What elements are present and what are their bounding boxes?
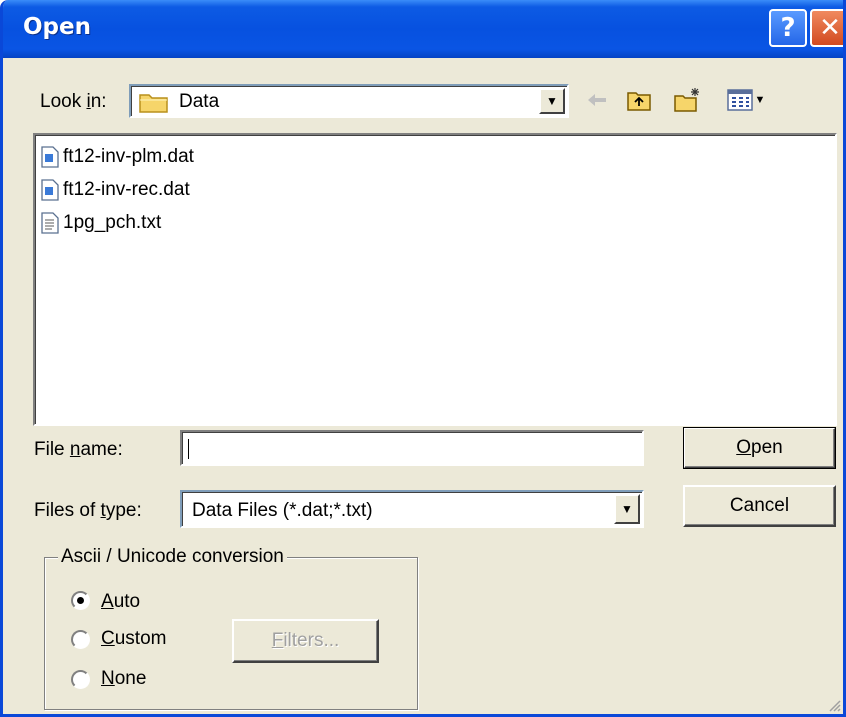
text-caret — [188, 439, 189, 459]
filename-label: File name: — [34, 439, 123, 460]
file-name: ft12-inv-rec.dat — [63, 179, 190, 200]
list-item[interactable]: ft12-inv-plm.dat — [41, 142, 194, 172]
close-icon: ✕ — [819, 13, 841, 43]
open-button[interactable]: Open — [683, 427, 836, 469]
help-icon: ? — [780, 13, 796, 43]
lookin-value: Data — [179, 91, 220, 112]
back-button[interactable] — [583, 86, 611, 114]
conversion-group-label: Ascii / Unicode conversion — [58, 546, 287, 568]
txt-file-icon — [41, 212, 59, 234]
file-name: ft12-inv-plm.dat — [63, 146, 194, 167]
back-arrow-icon — [588, 94, 606, 106]
dropdown-arrow-icon: ▼ — [546, 94, 558, 108]
view-menu-button[interactable]: ▼ — [723, 86, 769, 114]
folder-icon — [139, 94, 168, 113]
view-dropdown-arrow-icon: ▼ — [754, 94, 766, 106]
up-folder-icon — [627, 92, 651, 111]
dat-file-icon — [41, 146, 59, 168]
open-dialog: Open ? ✕ Look in: Data ▼ ▼ ft12-inv-plm.… — [0, 0, 846, 717]
view-menu-icon — [726, 89, 753, 111]
lookin-label: Look in: — [40, 91, 107, 112]
radio-auto[interactable] — [71, 591, 90, 610]
filetype-label: Files of type: — [34, 500, 142, 521]
up-folder-button[interactable] — [624, 86, 654, 114]
radio-auto-label[interactable]: Auto — [101, 591, 140, 613]
new-folder-button[interactable] — [671, 86, 705, 114]
resize-grip-icon[interactable] — [827, 698, 841, 712]
lookin-combo[interactable]: Data ▼ — [129, 84, 569, 118]
dialog-title: Open — [23, 14, 91, 40]
radio-none-label[interactable]: None — [101, 668, 146, 690]
dropdown-arrow-icon: ▼ — [621, 502, 633, 516]
help-button[interactable]: ? — [769, 9, 807, 47]
file-list[interactable]: ft12-inv-plm.dat ft12-inv-rec.dat 1pg_pc… — [33, 133, 837, 426]
filetype-value: Data Files (*.dat;*.txt) — [192, 500, 373, 521]
cancel-button[interactable]: Cancel — [683, 485, 836, 527]
list-item[interactable]: ft12-inv-rec.dat — [41, 175, 190, 205]
dat-file-icon — [41, 179, 59, 201]
filetype-dropdown-button[interactable]: ▼ — [614, 494, 640, 524]
radio-custom[interactable] — [71, 630, 90, 649]
list-item[interactable]: 1pg_pch.txt — [41, 208, 161, 238]
filename-input[interactable] — [180, 430, 644, 466]
radio-custom-label[interactable]: Custom — [101, 628, 166, 650]
close-button[interactable]: ✕ — [810, 9, 843, 47]
radio-selected-dot — [77, 597, 84, 604]
title-bar[interactable]: Open ? ✕ — [3, 0, 843, 58]
new-folder-icon — [674, 88, 699, 112]
filetype-combo[interactable]: Data Files (*.dat;*.txt) ▼ — [180, 490, 644, 528]
file-name: 1pg_pch.txt — [63, 212, 162, 233]
lookin-dropdown-button[interactable]: ▼ — [539, 88, 565, 114]
radio-none[interactable] — [71, 670, 90, 689]
filters-button[interactable]: Filters... — [232, 619, 379, 663]
